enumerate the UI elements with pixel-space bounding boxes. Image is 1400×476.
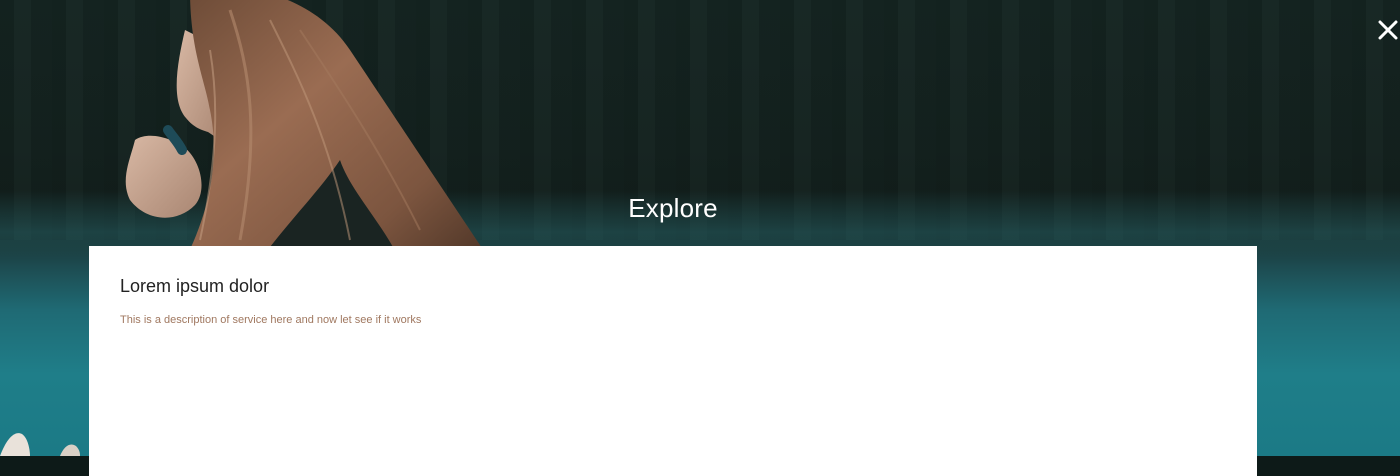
close-icon bbox=[1378, 20, 1398, 40]
close-button[interactable] bbox=[1374, 14, 1400, 42]
hero-title: Explore bbox=[628, 193, 718, 223]
flower-decoration bbox=[0, 433, 80, 456]
service-card: Lorem ipsum dolor This is a description … bbox=[89, 246, 1257, 476]
card-description: This is a description of service here an… bbox=[120, 314, 422, 326]
card-title: Lorem ipsum dolor bbox=[120, 276, 270, 296]
